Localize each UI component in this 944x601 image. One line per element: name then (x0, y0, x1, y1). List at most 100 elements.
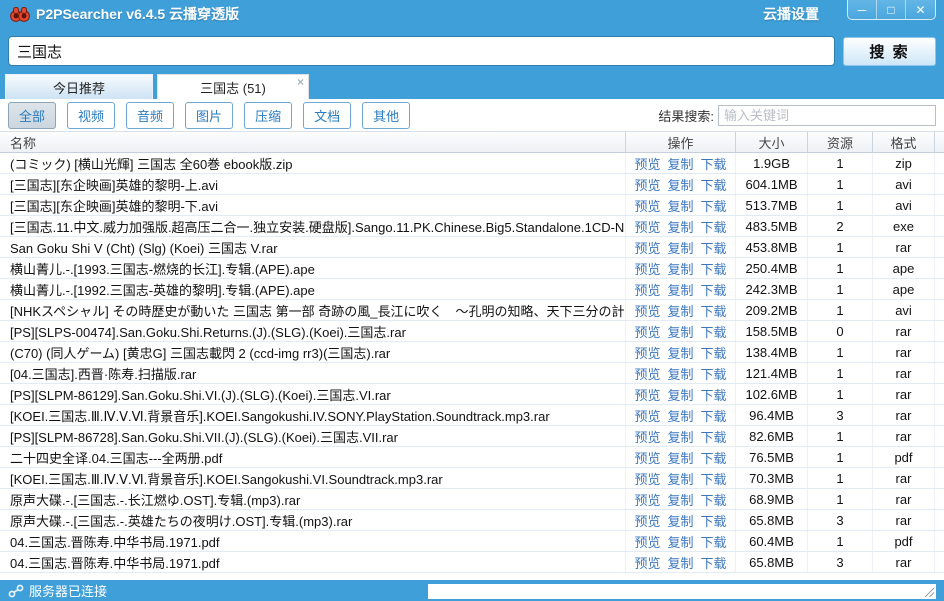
download-link[interactable]: 下载 (701, 259, 727, 278)
preview-link[interactable]: 预览 (634, 238, 660, 257)
preview-link[interactable]: 预览 (634, 364, 660, 383)
file-name[interactable]: [三国志][东企映画]英雄的黎明-上.avi (0, 174, 626, 194)
download-link[interactable]: 下载 (701, 364, 727, 383)
download-link[interactable]: 下载 (701, 301, 727, 320)
copy-link[interactable]: 复制 (667, 364, 693, 383)
preview-link[interactable]: 预览 (634, 511, 660, 530)
download-link[interactable]: 下载 (701, 385, 727, 404)
preview-link[interactable]: 预览 (634, 490, 660, 509)
file-name[interactable]: 横山菁儿.-.[1993.三国志-燃烧的长江].专辑.(APE).ape (0, 258, 626, 278)
search-input[interactable] (8, 36, 835, 66)
file-name[interactable]: [PS][SLPM-86728].San.Goku.Shi.VII.(J).(S… (0, 426, 626, 446)
copy-link[interactable]: 复制 (667, 532, 693, 551)
filter-button-video[interactable]: 视频 (67, 102, 115, 129)
copy-link[interactable]: 复制 (667, 196, 693, 215)
file-name[interactable]: [三国志][东企映画]英雄的黎明-下.avi (0, 195, 626, 215)
row-actions: 预览复制下载 (626, 237, 736, 257)
copy-link[interactable]: 复制 (667, 406, 693, 425)
file-name[interactable]: [PS][SLPS-00474].San.Goku.Shi.Returns.(J… (0, 321, 626, 341)
download-link[interactable]: 下载 (701, 175, 727, 194)
filter-button-doc[interactable]: 文档 (303, 102, 351, 129)
copy-link[interactable]: 复制 (667, 154, 693, 173)
copy-link[interactable]: 复制 (667, 448, 693, 467)
tab-today-recommend[interactable]: 今日推荐 (5, 74, 153, 99)
file-name[interactable]: (コミック) [横山光輝] 三国志 全60巻 ebook版.zip (0, 153, 626, 173)
search-button[interactable]: 搜 索 (843, 37, 936, 66)
preview-link[interactable]: 预览 (634, 154, 660, 173)
filter-button-audio[interactable]: 音频 (126, 102, 174, 129)
file-name[interactable]: 原声大碟.-.[三国志.-.英雄たちの夜明け.OST].专辑.(mp3).rar (0, 510, 626, 530)
file-name[interactable]: San Goku Shi V (Cht) (Slg) (Koei) 三国志 V.… (0, 237, 626, 257)
file-name[interactable]: [KOEI.三国志.Ⅲ.Ⅳ.Ⅴ.Ⅵ.背景音乐].KOEI.Sangokushi.… (0, 405, 626, 425)
preview-link[interactable]: 预览 (634, 196, 660, 215)
download-link[interactable]: 下载 (701, 406, 727, 425)
tab-close-icon[interactable]: × (297, 76, 304, 88)
copy-link[interactable]: 复制 (667, 511, 693, 530)
download-link[interactable]: 下载 (701, 196, 727, 215)
copy-link[interactable]: 复制 (667, 280, 693, 299)
download-link[interactable]: 下载 (701, 532, 727, 551)
copy-link[interactable]: 复制 (667, 175, 693, 194)
download-link[interactable]: 下载 (701, 217, 727, 236)
file-name[interactable]: 二十四史全译.04.三国志---全两册.pdf (0, 447, 626, 467)
file-name[interactable]: 横山菁儿.-.[1992.三国志-英雄的黎明].专辑.(APE).ape (0, 279, 626, 299)
maximize-button[interactable]: □ (877, 0, 906, 19)
result-search-input[interactable] (718, 105, 936, 126)
copy-link[interactable]: 复制 (667, 385, 693, 404)
download-link[interactable]: 下载 (701, 343, 727, 362)
preview-link[interactable]: 预览 (634, 448, 660, 467)
file-name[interactable]: 04.三国志.晋陈寿.中华书局.1971.pdf (0, 531, 626, 551)
download-link[interactable]: 下载 (701, 490, 727, 509)
download-link[interactable]: 下载 (701, 469, 727, 488)
preview-link[interactable]: 预览 (634, 280, 660, 299)
file-name[interactable]: [三国志.11.中文.威力加强版.超高压二合一.独立安装.硬盘版].Sango.… (0, 216, 626, 236)
preview-link[interactable]: 预览 (634, 343, 660, 362)
copy-link[interactable]: 复制 (667, 259, 693, 278)
filter-button-other[interactable]: 其他 (362, 102, 410, 129)
close-button[interactable]: ✕ (906, 0, 935, 19)
download-link[interactable]: 下载 (701, 280, 727, 299)
resize-grip-icon[interactable] (925, 588, 934, 597)
minimize-button[interactable]: ─ (848, 0, 877, 19)
file-name[interactable]: [KOEI.三国志.Ⅲ.Ⅳ.Ⅴ.Ⅵ.背景音乐].KOEI.Sangokushi.… (0, 468, 626, 488)
download-link[interactable]: 下载 (701, 427, 727, 446)
download-link[interactable]: 下载 (701, 553, 727, 572)
file-name[interactable]: [04.三国志].西晋·陈寿.扫描版.rar (0, 363, 626, 383)
download-link[interactable]: 下载 (701, 448, 727, 467)
filter-button-image[interactable]: 图片 (185, 102, 233, 129)
copy-link[interactable]: 复制 (667, 301, 693, 320)
cloud-settings-button[interactable]: 云播设置 (763, 4, 819, 24)
copy-link[interactable]: 复制 (667, 238, 693, 257)
file-name[interactable]: 04.三国志.晋陈寿.中华书局.1971.pdf (0, 552, 626, 572)
download-link[interactable]: 下载 (701, 154, 727, 173)
copy-link[interactable]: 复制 (667, 553, 693, 572)
filter-button-all[interactable]: 全部 (8, 102, 56, 129)
copy-link[interactable]: 复制 (667, 469, 693, 488)
file-name[interactable]: (C70) (同人ゲーム) [黄忠G] 三国志載閃 2 (ccd-img rr3… (0, 342, 626, 362)
preview-link[interactable]: 预览 (634, 406, 660, 425)
preview-link[interactable]: 预览 (634, 553, 660, 572)
preview-link[interactable]: 预览 (634, 301, 660, 320)
filter-button-archive[interactable]: 压缩 (244, 102, 292, 129)
file-name[interactable]: [NHKスペシャル] その時歴史が動いた 三国志 第一部 奇跡の風_長江に吹く … (0, 300, 626, 320)
copy-link[interactable]: 复制 (667, 322, 693, 341)
preview-link[interactable]: 预览 (634, 217, 660, 236)
status-input[interactable] (428, 584, 936, 599)
preview-link[interactable]: 预览 (634, 427, 660, 446)
copy-link[interactable]: 复制 (667, 343, 693, 362)
copy-link[interactable]: 复制 (667, 427, 693, 446)
preview-link[interactable]: 预览 (634, 322, 660, 341)
file-name[interactable]: [PS][SLPM-86129].San.Goku.Shi.VI.(J).(SL… (0, 384, 626, 404)
download-link[interactable]: 下载 (701, 322, 727, 341)
copy-link[interactable]: 复制 (667, 217, 693, 236)
tab-search-results[interactable]: 三国志 (51) × (157, 74, 309, 99)
preview-link[interactable]: 预览 (634, 532, 660, 551)
preview-link[interactable]: 预览 (634, 175, 660, 194)
preview-link[interactable]: 预览 (634, 259, 660, 278)
preview-link[interactable]: 预览 (634, 385, 660, 404)
copy-link[interactable]: 复制 (667, 490, 693, 509)
preview-link[interactable]: 预览 (634, 469, 660, 488)
file-name[interactable]: 原声大碟.-.[三国志.-.长江燃ゆ.OST].专辑.(mp3).rar (0, 489, 626, 509)
download-link[interactable]: 下载 (701, 238, 727, 257)
download-link[interactable]: 下载 (701, 511, 727, 530)
